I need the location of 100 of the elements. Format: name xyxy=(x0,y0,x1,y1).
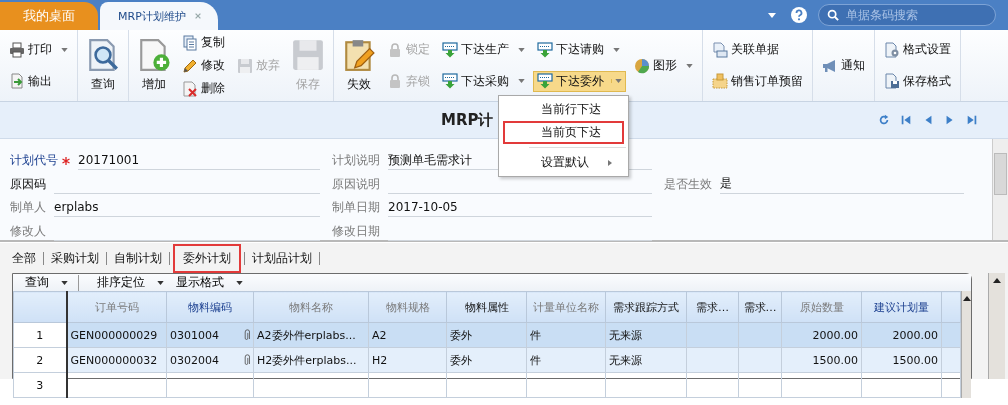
clipboard-icon xyxy=(342,38,376,72)
row-number: 3 xyxy=(13,372,67,398)
monitor-arrow-icon xyxy=(537,41,553,58)
toolbar-button[interactable]: 排序定位 xyxy=(91,274,170,291)
table-cell: 0301004 xyxy=(166,322,254,348)
refresh-icon[interactable] xyxy=(878,114,890,126)
document-save-icon xyxy=(884,73,900,90)
toolbar-button[interactable]: 修改 xyxy=(178,55,229,76)
scrollbar[interactable] xyxy=(961,291,971,398)
column-header[interactable]: 订单号码 xyxy=(66,291,167,323)
monitor-arrow-icon xyxy=(442,41,458,58)
row-number: 2 xyxy=(13,347,67,373)
printer-icon xyxy=(9,41,25,58)
caret-icon[interactable] xyxy=(157,280,164,285)
menu-item[interactable]: 当前行下达 xyxy=(503,98,624,121)
field-label: 原因说明 xyxy=(332,175,380,193)
field-label: 是否生效 xyxy=(664,175,712,193)
input-field[interactable]: 2017-10-05 xyxy=(388,198,652,218)
table-cell: A2 xyxy=(368,322,447,348)
first-page-icon[interactable] xyxy=(900,114,912,126)
field-label: 计划说明 xyxy=(332,152,380,170)
column-header[interactable]: 物料名称 xyxy=(253,291,369,323)
last-page-icon[interactable] xyxy=(966,114,978,126)
scroll-up-icon[interactable] xyxy=(993,278,1001,283)
toolbar-button[interactable]: 显示格式 xyxy=(170,274,249,291)
table-cell: 2000.00 xyxy=(781,322,862,348)
toolbar-button[interactable]: 删除 xyxy=(178,78,229,99)
lock-icon xyxy=(387,41,403,58)
table-cell: GEN000000029 xyxy=(66,322,167,348)
table-cell: 委外 xyxy=(446,347,527,373)
table-cell: 委外 xyxy=(446,322,527,348)
scrollbar[interactable] xyxy=(988,273,1005,379)
toolbar-button[interactable]: 查询 xyxy=(19,274,74,291)
close-icon[interactable] xyxy=(193,12,202,20)
help-icon[interactable] xyxy=(790,6,808,24)
monitor-arrow-icon xyxy=(537,73,553,90)
tab[interactable]: 计划品计划 xyxy=(248,246,316,270)
box-icon xyxy=(712,73,728,90)
monitor-arrow-icon xyxy=(442,73,458,90)
toolbar-button[interactable]: 打印 xyxy=(5,39,72,61)
magnifier-document-icon xyxy=(86,38,120,72)
table-cell: 1500.00 xyxy=(861,347,942,373)
field-label: 原因码 xyxy=(10,175,46,193)
tab[interactable]: 自制计划 xyxy=(110,246,166,270)
megaphone-icon xyxy=(822,57,838,74)
toolbar-button[interactable]: 下达生产 xyxy=(438,39,529,61)
search-icon xyxy=(827,9,839,21)
table-cell: 无来源 xyxy=(605,322,687,348)
toolbar-button[interactable]: 下达采购 xyxy=(438,70,529,92)
column-header[interactable]: 需求… xyxy=(738,291,782,323)
table-cell: 1500.00 xyxy=(781,347,862,373)
table-cell: H2委外件erplabs... xyxy=(253,347,369,373)
tab[interactable]: 委外计划 xyxy=(173,243,241,273)
toolbar-button[interactable]: 输出 xyxy=(5,70,72,92)
toolbar-button[interactable]: 增加 xyxy=(134,34,174,97)
field-label: 修改日期 xyxy=(332,222,380,240)
scrollbar[interactable] xyxy=(992,139,1008,240)
toolbar-button[interactable]: 失效 xyxy=(339,34,379,97)
column-header[interactable]: 原始数量 xyxy=(781,291,862,323)
menu-item[interactable]: 设置默认 xyxy=(503,151,624,174)
field-label: 计划代号 xyxy=(10,152,58,170)
form-title: MRP计 xyxy=(441,110,494,130)
toolbar-button[interactable]: 复制 xyxy=(178,32,229,53)
column-header[interactable]: 建议计划量 xyxy=(861,291,942,323)
table-cell: 2000.00 xyxy=(861,322,942,348)
input-field[interactable]: 20171001 xyxy=(78,151,320,171)
paperclip-icon[interactable] xyxy=(243,353,250,367)
caret-icon[interactable] xyxy=(61,280,68,285)
scroll-up-icon[interactable] xyxy=(962,296,971,301)
toolbar-button[interactable]: 图形 xyxy=(630,55,697,76)
column-header[interactable]: 物料规格 xyxy=(368,291,447,323)
caret-icon[interactable] xyxy=(236,280,243,285)
tab[interactable]: 采购计划 xyxy=(47,246,103,270)
toolbar-button[interactable]: 关联单据 xyxy=(708,39,807,61)
add-document-icon xyxy=(137,38,171,72)
tab[interactable]: 全部 xyxy=(8,246,40,270)
field-label: 制单日期 xyxy=(332,199,380,217)
menu-item[interactable]: 当前页下达 xyxy=(503,121,624,144)
input-field[interactable]: erplabs xyxy=(54,198,320,218)
toolbar-button[interactable]: 销售订单预留 xyxy=(708,70,807,92)
paperclip-icon[interactable] xyxy=(243,328,250,342)
toolbar-button[interactable]: 下达请购 xyxy=(533,39,626,61)
table-cell: A2委外件erplabs... xyxy=(253,322,369,348)
toolbar-button[interactable]: 保存格式 xyxy=(880,70,955,92)
column-header[interactable]: 需求… xyxy=(686,291,739,323)
toolbar-button[interactable]: 通知 xyxy=(818,55,869,76)
column-header[interactable]: 物料编码 xyxy=(166,291,254,323)
pie-chart-icon xyxy=(634,57,650,74)
input-field[interactable]: 是 xyxy=(720,174,964,194)
search-field[interactable]: 单据条码搜索 xyxy=(818,4,996,26)
column-header[interactable]: 物料属性 xyxy=(446,291,527,323)
column-header[interactable]: 计量单位名称 xyxy=(526,291,606,323)
pencil-icon xyxy=(182,57,198,74)
lock-icon xyxy=(387,73,403,90)
column-header[interactable]: 需求跟踪方式 xyxy=(605,291,687,323)
toolbar-button[interactable]: 格式设置 xyxy=(880,39,955,61)
submenu-arrow-icon xyxy=(608,159,612,166)
toolbar-button[interactable]: 下达委外 xyxy=(533,70,626,92)
toolbar-button[interactable]: 查询 xyxy=(83,34,123,97)
window-tab[interactable]: MRP计划维护 xyxy=(100,2,218,30)
